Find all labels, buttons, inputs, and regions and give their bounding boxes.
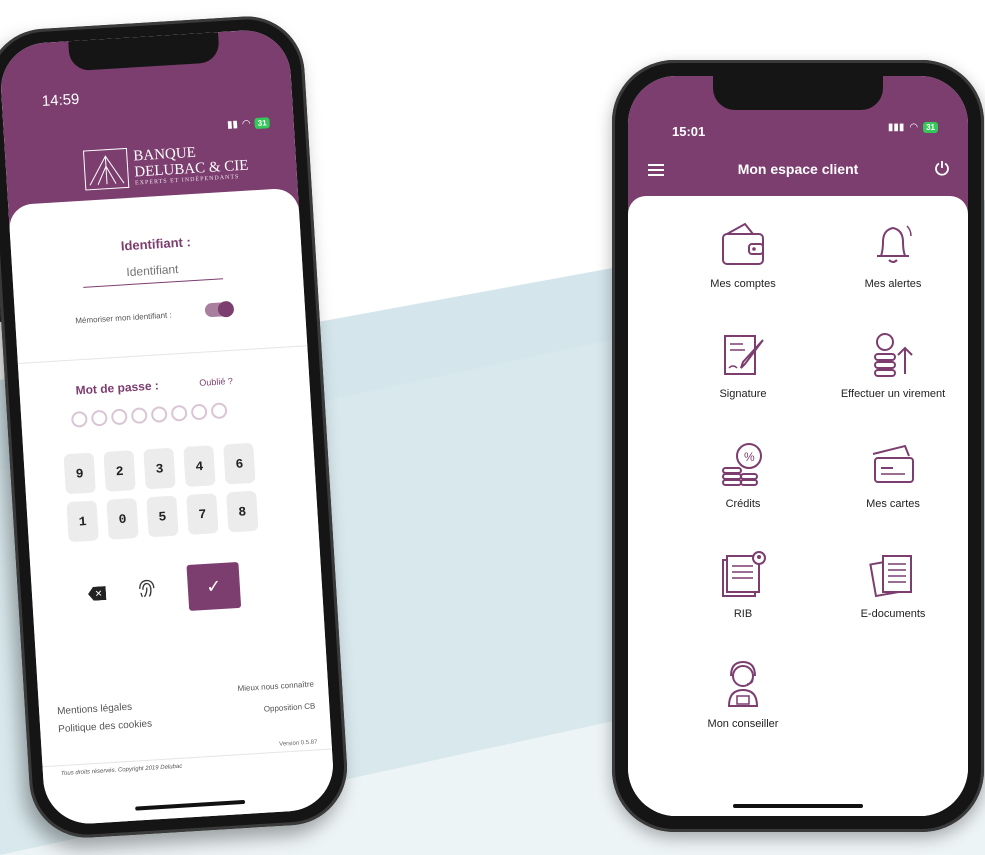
fingerprint-icon[interactable] (137, 578, 156, 604)
pin-dot (190, 403, 208, 421)
tile-label: E-documents (860, 608, 926, 620)
wifi-icon: ◠ (241, 118, 252, 130)
tile-rib[interactable]: RIB (668, 546, 818, 620)
pin-dot (150, 405, 168, 423)
keypad-key[interactable]: 2 (103, 450, 136, 492)
battery-icon: 31 (923, 122, 938, 133)
tile-documents[interactable]: E-documents (818, 546, 968, 620)
svg-text:%: % (744, 450, 755, 464)
logo-mark-icon (82, 147, 130, 191)
keypad-key[interactable]: 7 (186, 493, 219, 535)
card-opposition-link[interactable]: Opposition CB (238, 695, 316, 722)
tile-label: Mes cartes (866, 498, 920, 510)
signal-icon: ▮▮ (226, 119, 239, 131)
pin-dot (130, 407, 148, 425)
tile-label: Mes alertes (864, 278, 922, 290)
home-indicator[interactable] (733, 804, 863, 808)
status-time: 15:01 (672, 124, 706, 139)
tile-label: Mon conseiller (707, 718, 779, 730)
wallet-icon (722, 222, 764, 265)
tile-advisor[interactable]: Mon conseiller (668, 656, 818, 730)
tile-label: Mes comptes (710, 278, 776, 290)
delete-icon[interactable]: ✕ (88, 586, 107, 601)
tile-signature[interactable]: Signature (668, 326, 818, 400)
footer-left-links: Mentions légales Politique des cookies (57, 698, 153, 740)
documents-icon (869, 555, 912, 598)
tile-label: Effectuer un virement (840, 388, 946, 400)
pin-keypad: 92346 10578 (63, 442, 259, 543)
keypad-key[interactable]: 5 (146, 495, 179, 538)
transfer-icon (874, 333, 913, 377)
signal-icon: ▮▮▮ (887, 122, 905, 133)
keypad-actions: ✕ ✓ (87, 561, 242, 617)
keypad-key[interactable]: 4 (183, 445, 216, 487)
bell-icon (877, 225, 912, 263)
tile-credit[interactable]: % Crédits (668, 436, 818, 510)
forgot-password-link[interactable]: Oublié ? (199, 376, 233, 388)
status-bar: ▮▮▮ ◠ 31 (888, 122, 938, 133)
keypad-key[interactable]: 9 (63, 452, 96, 495)
pin-dot (90, 409, 108, 427)
tile-bell[interactable]: Mes alertes (818, 216, 968, 290)
keypad-key[interactable]: 8 (226, 490, 259, 533)
power-icon[interactable] (934, 160, 950, 181)
client-space-screen: 15:01 ▮▮▮ ◠ 31 Mon espace client Mes com… (628, 76, 968, 816)
pin-dot (210, 402, 228, 420)
page-title: Mon espace client (737, 161, 859, 177)
advisor-icon (727, 660, 759, 707)
tile-wallet[interactable]: Mes comptes (668, 216, 818, 290)
tile-label: RIB (733, 608, 753, 620)
rib-icon (722, 551, 766, 597)
cards-icon (872, 444, 914, 483)
client-space-phone: 15:01 ▮▮▮ ◠ 31 Mon espace client Mes com… (612, 60, 984, 832)
pin-dot (170, 404, 188, 422)
tile-label: Signature (719, 388, 767, 400)
signature-icon (724, 335, 764, 375)
credit-icon: % (722, 443, 762, 486)
menu-tiles: Mes comptes Mes alertes Signature Effectuer… (668, 216, 968, 730)
confirm-button[interactable]: ✓ (186, 561, 242, 611)
remember-toggle[interactable] (204, 300, 235, 318)
pin-dot (70, 410, 88, 428)
battery-icon: 31 (254, 117, 270, 130)
tile-transfer[interactable]: Effectuer un virement (818, 326, 968, 400)
status-time: 14:59 (41, 90, 80, 111)
footer-right-links: Mieux nous connaître Opposition CB (237, 674, 316, 723)
login-screen: 14:59 ▮▮ ◠ 31 BANQUE DELUBAC & CIE EXPER… (0, 27, 336, 827)
tile-cards[interactable]: Mes cartes (818, 436, 968, 510)
keypad-key[interactable]: 3 (143, 447, 176, 490)
keypad-key[interactable]: 1 (66, 500, 99, 543)
wifi-icon: ◠ (909, 122, 919, 133)
keypad-key[interactable]: 6 (223, 442, 256, 485)
pin-dot (110, 408, 128, 426)
tile-label: Crédits (725, 498, 761, 510)
login-phone: 14:59 ▮▮ ◠ 31 BANQUE DELUBAC & CIE EXPER… (0, 13, 351, 841)
keypad-key[interactable]: 0 (106, 498, 139, 540)
phone-notch (713, 76, 883, 110)
